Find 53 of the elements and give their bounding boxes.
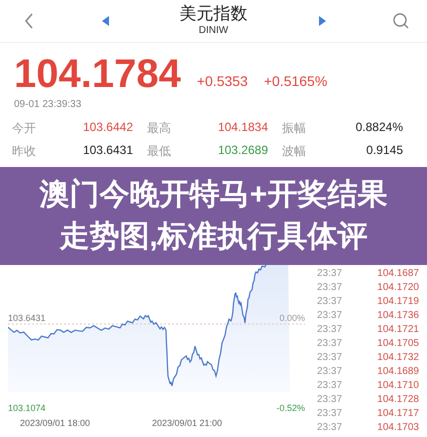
stat-label: 波幅 bbox=[282, 143, 307, 160]
page-title: 美元指数 bbox=[180, 4, 248, 24]
trade-time: 23:37 bbox=[317, 408, 342, 418]
stat-value: 103.2689 bbox=[216, 143, 269, 159]
date-label: 2023/09/01 18:00 bbox=[20, 418, 90, 428]
trade-price: 104.1732 bbox=[377, 352, 419, 362]
stat-value: 103.6442 bbox=[82, 120, 134, 136]
stat-label: 最低 bbox=[147, 143, 172, 160]
trade-price: 104.1705 bbox=[377, 338, 419, 348]
quote-time: 09-01 23:39:33 bbox=[13, 98, 82, 110]
trade-time: 23:37 bbox=[317, 352, 342, 362]
back-icon[interactable] bbox=[24, 13, 34, 29]
axis-label: 103.6431 bbox=[8, 313, 46, 323]
stat-label: 振幅 bbox=[282, 120, 307, 137]
price-change: +0.5353 bbox=[196, 73, 248, 91]
trade-price: 104.1687 bbox=[377, 268, 419, 278]
axis-label: -0.52% bbox=[276, 403, 305, 413]
trade-time: 23:37 bbox=[317, 296, 342, 306]
trade-price: 104.1719 bbox=[377, 296, 419, 306]
trade-price: 104.1721 bbox=[377, 324, 419, 334]
trade-price: 104.1736 bbox=[377, 310, 419, 320]
stat-value: 104.1834 bbox=[216, 120, 269, 136]
trade-time: 23:37 bbox=[317, 310, 342, 320]
trade-time: 23:37 bbox=[317, 422, 342, 432]
percent-change: +0.5165% bbox=[264, 73, 328, 91]
stat-label: 昨收 bbox=[12, 143, 37, 160]
trade-price: 104.1710 bbox=[377, 380, 419, 390]
caption-text: 澳门今晚开特马+开奖结果走势图,标准执行具体评 bbox=[38, 177, 388, 255]
axis-label: 103.1074 bbox=[8, 403, 46, 413]
current-price: 104.1784 bbox=[14, 51, 181, 97]
search-icon[interactable] bbox=[393, 13, 409, 29]
trade-price: 104.1720 bbox=[377, 282, 419, 292]
next-icon[interactable] bbox=[318, 16, 326, 26]
trade-price: 104.1717 bbox=[377, 408, 419, 418]
stat-label: 最高 bbox=[147, 120, 172, 137]
trade-time: 23:37 bbox=[317, 282, 342, 292]
trade-time: 23:37 bbox=[317, 380, 342, 390]
axis-label: 0.00% bbox=[279, 313, 305, 323]
trade-time: 23:37 bbox=[317, 394, 342, 404]
symbol-code: DINIW bbox=[198, 24, 228, 38]
date-label: 2023/09/01 21:00 bbox=[152, 418, 222, 428]
trade-time: 23:37 bbox=[317, 268, 342, 278]
stat-value: 103.6431 bbox=[82, 143, 134, 159]
trade-price: 104.1728 bbox=[377, 394, 419, 404]
stat-value: 0.9145 bbox=[365, 143, 404, 159]
trade-price: 104.1703 bbox=[377, 422, 419, 432]
previous-icon[interactable] bbox=[102, 16, 110, 26]
stat-label: 今开 bbox=[12, 120, 37, 137]
trade-price: 104.1689 bbox=[377, 366, 419, 376]
stat-value: 0.8824% bbox=[354, 120, 404, 136]
trade-time: 23:37 bbox=[317, 366, 342, 376]
trade-time: 23:37 bbox=[317, 324, 342, 334]
trade-time: 23:37 bbox=[317, 338, 342, 348]
